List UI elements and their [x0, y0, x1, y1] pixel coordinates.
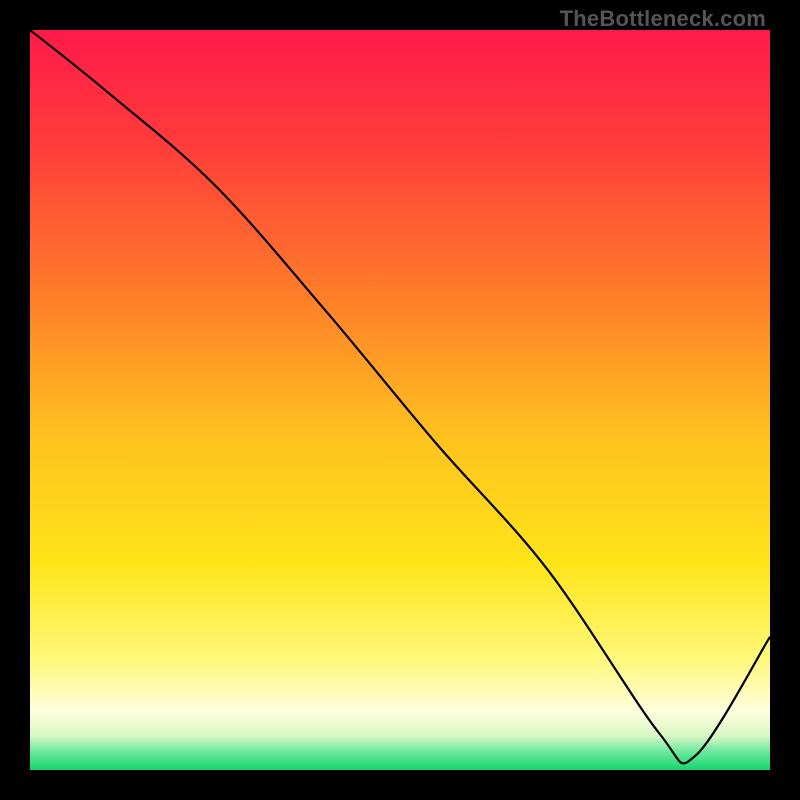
chart-frame: [30, 30, 770, 770]
bottleneck-chart: [30, 30, 770, 770]
watermark-text: TheBottleneck.com: [560, 6, 766, 32]
